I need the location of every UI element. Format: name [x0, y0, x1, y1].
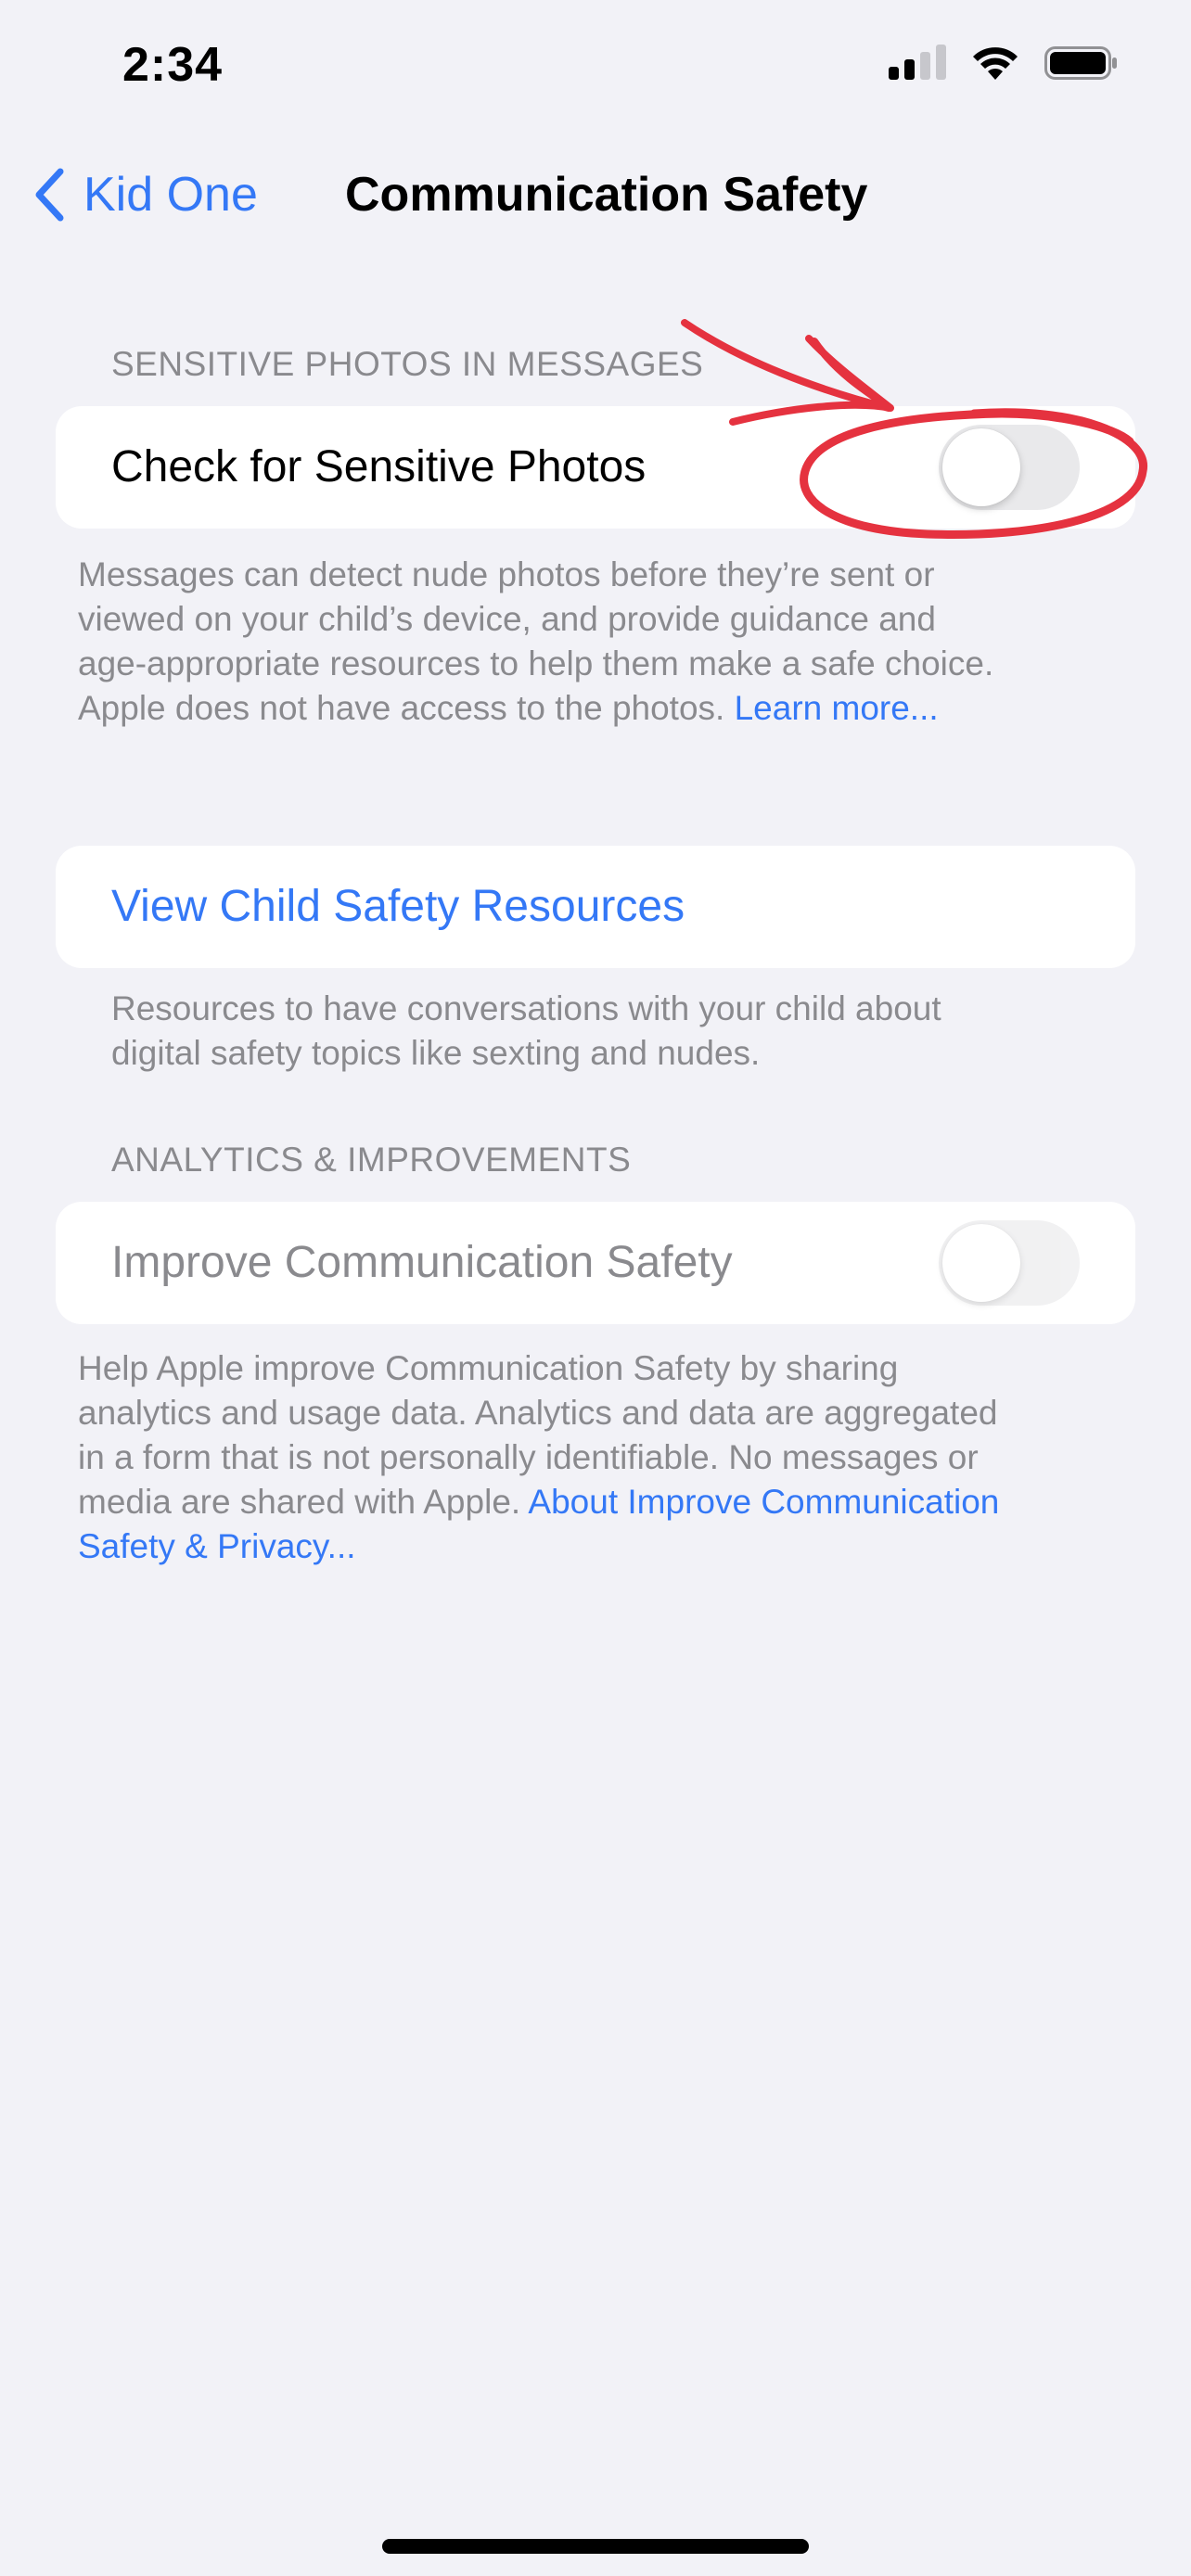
status-time: 2:34 — [122, 38, 224, 92]
check-sensitive-photos-label: Check for Sensitive Photos — [111, 442, 647, 491]
improve-communication-safety-toggle[interactable] — [939, 1220, 1080, 1306]
battery-icon — [1044, 46, 1117, 80]
view-child-safety-resources-link[interactable]: View Child Safety Resources — [111, 881, 685, 932]
resources-footer: Resources to have conversations with you… — [111, 987, 1132, 1076]
section-header-sensitive-photos: SENSITIVE PHOTOS IN MESSAGES — [111, 345, 704, 383]
cellular-signal-icon — [889, 45, 946, 80]
sensitive-photos-card: Check for Sensitive Photos — [56, 406, 1135, 529]
navigation-bar: Kid One Communication Safety — [0, 148, 1191, 241]
section-header-analytics: ANALYTICS & IMPROVEMENTS — [111, 1141, 632, 1179]
back-button[interactable]: Kid One — [33, 159, 258, 230]
footer-line: analytics and usage data. Analytics and … — [78, 1394, 998, 1432]
analytics-card: Improve Communication Safety — [56, 1202, 1135, 1324]
footer-line: Messages can detect nude photos before t… — [78, 555, 935, 593]
footer-line: Resources to have conversations with you… — [111, 989, 941, 1027]
home-indicator[interactable] — [382, 2539, 809, 2554]
back-button-label: Kid One — [83, 168, 258, 222]
page-title: Communication Safety — [345, 168, 868, 222]
analytics-footer: Help Apple improve Communication Safety … — [78, 1346, 1135, 1569]
check-sensitive-photos-toggle[interactable] — [939, 425, 1080, 510]
improve-communication-safety-label: Improve Communication Safety — [111, 1238, 733, 1287]
toggle-knob — [942, 428, 1020, 506]
chevron-left-icon — [35, 168, 64, 222]
footer-line: media are shared with Apple. — [78, 1483, 521, 1521]
footer-line: Apple does not have access to the photos… — [78, 689, 725, 727]
status-icons — [889, 45, 1119, 82]
footer-line: viewed on your child’s device, and provi… — [78, 600, 936, 638]
footer-line: in a form that is not personally identif… — [78, 1438, 979, 1476]
learn-more-link[interactable]: Learn more... — [735, 689, 939, 727]
toggle-knob — [942, 1224, 1020, 1302]
wifi-icon — [973, 47, 1018, 80]
sensitive-photos-footer: Messages can detect nude photos before t… — [78, 553, 1126, 731]
status-bar: 2:34 — [0, 0, 1191, 139]
about-privacy-link[interactable]: About Improve Communication — [528, 1483, 999, 1521]
footer-line: Help Apple improve Communication Safety … — [78, 1349, 899, 1387]
child-safety-resources-card[interactable]: View Child Safety Resources — [56, 846, 1135, 968]
footer-line: digital safety topics like sexting and n… — [111, 1034, 761, 1072]
footer-line: age-appropriate resources to help them m… — [78, 644, 994, 682]
about-privacy-link-continued[interactable]: Safety & Privacy... — [78, 1527, 356, 1565]
